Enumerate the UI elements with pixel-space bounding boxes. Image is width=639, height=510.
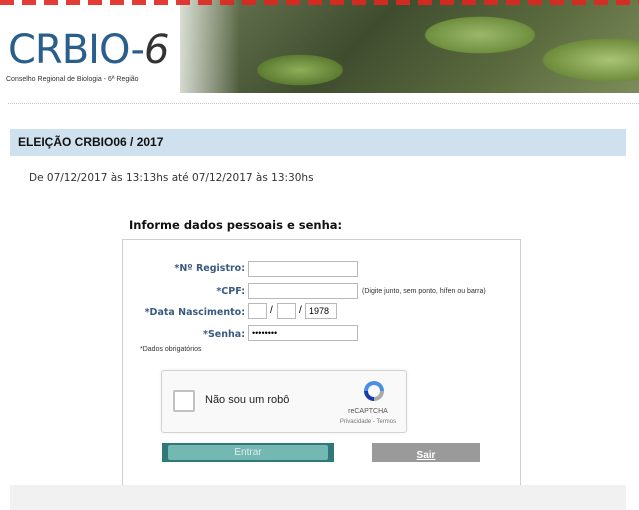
crbio-logo: CRBIO-6 [8,27,169,73]
recaptcha-label: Não sou um robô [205,394,290,406]
header-banner: CRBIO-6 Conselho Regional de Biologia - … [0,0,639,93]
birth-month-input[interactable] [277,303,296,319]
banner-photo [180,0,639,93]
required-note: *Dados obrigatórios [140,346,202,353]
birth-year-input[interactable]: 1978 [305,303,337,319]
cpf-label: *CPF: [216,286,245,297]
recaptcha-logo-icon [364,381,384,401]
logo-subtitle: Conselho Regional de Biologia - 6ª Regiã… [6,76,139,83]
sair-button-label: Sair [416,450,436,461]
senha-label: *Senha: [203,329,245,340]
registro-label: *Nº Registro: [174,263,245,274]
page-title: ELEIÇÃO CRBIO06 / 2017 [18,135,164,149]
form-heading: Informe dados pessoais e senha: [129,218,343,232]
sair-button[interactable]: Sair [372,443,480,462]
banner-top-stripe [0,0,639,5]
birth-day-input[interactable] [248,303,267,319]
date-separator: / [270,305,273,316]
password-input[interactable]: •••••••• [248,325,358,341]
election-period: De 07/12/2017 às 13:13hs até 07/12/2017 … [29,172,314,184]
birthdate-label: *Data Nascimento: [144,307,245,318]
cpf-input[interactable] [248,283,358,299]
header-divider [8,103,639,104]
recaptcha-checkbox[interactable] [173,390,195,412]
recaptcha-widget: Não sou um robô reCAPTCHA Privacidade - … [161,370,407,433]
entrar-button-label: Entrar [168,445,328,460]
date-separator: / [299,305,302,316]
footer-strip [10,485,626,510]
election-title-bar: ELEIÇÃO CRBIO06 / 2017 [10,129,626,156]
recaptcha-brand: reCAPTCHA [348,408,388,415]
cpf-hint: (Digite junto, sem ponto, hífen ou barra… [362,288,486,295]
recaptcha-links[interactable]: Privacidade - Termos [332,419,404,425]
registro-input[interactable] [248,261,358,277]
entrar-button[interactable]: Entrar [162,443,334,462]
